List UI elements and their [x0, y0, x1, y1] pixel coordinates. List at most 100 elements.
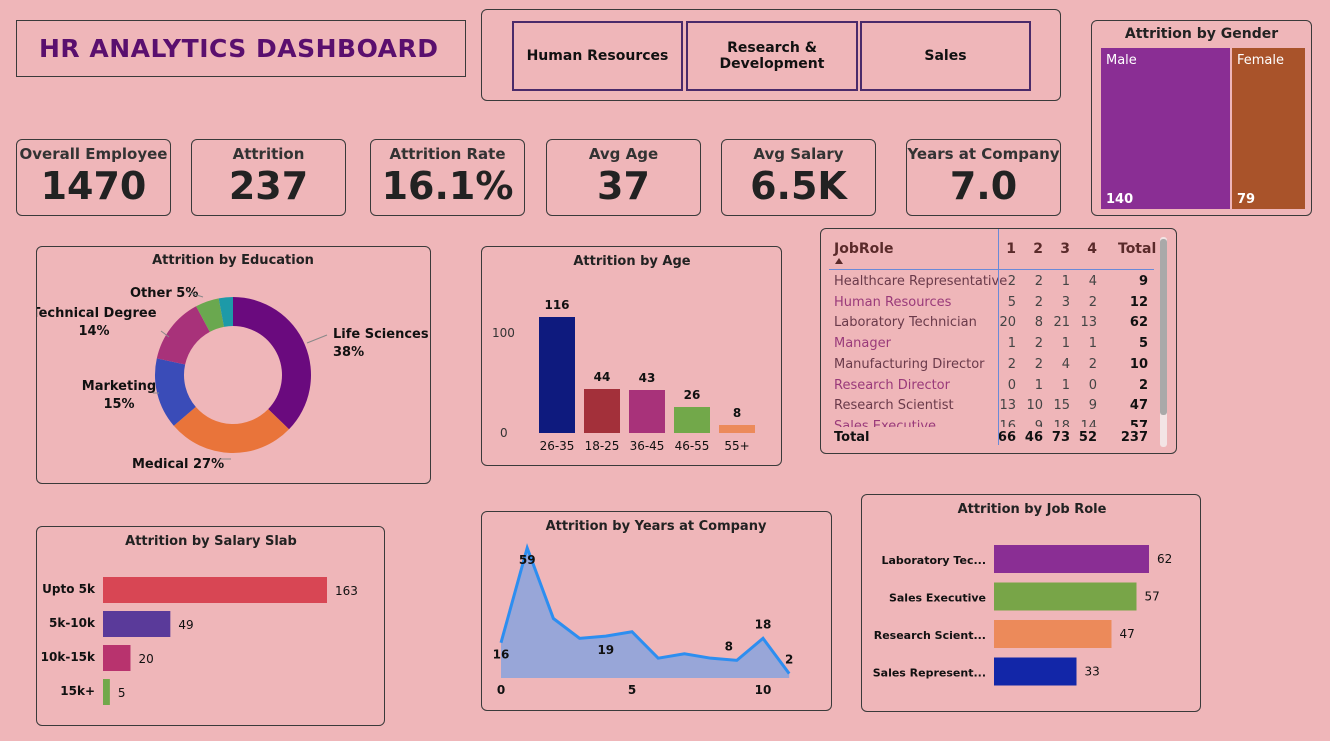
row-jobrole: Manufacturing Director — [834, 356, 985, 372]
point-value-label: 2 — [785, 653, 793, 667]
row-cell: 3 — [1061, 294, 1070, 310]
attrition-by-years-card: Attrition by Years at Company 16 59 19 8 18 2 0… — [481, 511, 832, 711]
y-category-label: Research Scient... — [874, 629, 986, 642]
row-cell: 13 — [1080, 315, 1097, 331]
row-cell: 8 — [1034, 315, 1043, 331]
kpi-label: Years at Company — [907, 145, 1060, 163]
donut-label: Technical Degree — [37, 306, 157, 321]
slicer-sales[interactable]: Sales — [860, 21, 1031, 91]
row-cell: 2 — [1034, 274, 1043, 289]
bar-value-label: 57 — [1145, 590, 1160, 604]
attrition-by-jobrole-card: Attrition by Job Role Laboratory Tec... 62… — [861, 494, 1201, 712]
row-cell: 2 — [1034, 294, 1043, 310]
row-total: 47 — [1129, 398, 1148, 414]
row-cell: 14 — [1080, 418, 1097, 427]
bar-value-label: 44 — [594, 370, 611, 384]
x-tick-label: 18-25 — [585, 439, 620, 453]
header-col: 4 — [1087, 241, 1097, 257]
age-bar — [719, 425, 755, 433]
row-cell: 5 — [1007, 294, 1016, 310]
donut-label: 14% — [78, 324, 109, 339]
row-cell: 1 — [1061, 336, 1070, 352]
jobrole-bar-chart: Attrition by Job Role Laboratory Tec... 62… — [873, 502, 1172, 686]
kpi-value: 6.5K — [750, 164, 847, 208]
age-bar — [584, 389, 620, 433]
slicer-research-development[interactable]: Research & Development — [686, 21, 858, 91]
scrollbar-thumb[interactable] — [1160, 239, 1167, 415]
dashboard-title-box: HR ANALYTICS DASHBOARD — [16, 20, 466, 77]
row-cell: 21 — [1053, 315, 1070, 331]
kpi-value: 16.1% — [381, 164, 514, 208]
bar-value-label: 49 — [178, 618, 193, 632]
bar-value-label: 47 — [1120, 627, 1135, 641]
row-jobrole: Research Director — [834, 377, 950, 393]
row-cell: 1 — [1034, 377, 1043, 393]
point-value-label: 16 — [493, 648, 510, 662]
attrition-by-gender-card: Attrition by Gender Male 140 Female 79 — [1091, 20, 1312, 216]
row-cell: 4 — [1061, 356, 1070, 372]
donut-label: 15% — [103, 397, 134, 412]
header-col: 2 — [1033, 241, 1043, 257]
x-tick-label: 55+ — [724, 439, 749, 453]
jobrole-bar — [994, 620, 1112, 648]
salary-bar — [103, 577, 327, 603]
row-cell: 4 — [1088, 274, 1097, 289]
department-slicer: Human Resources Research & Development S… — [481, 9, 1061, 101]
jobrole-matrix-table: JobRole 1 2 3 4 Total Healthcare Representativ… — [820, 228, 1177, 454]
row-cell: 16 — [999, 418, 1016, 427]
kpi-attrition: Attrition 237 — [191, 139, 346, 216]
footer-total-cell: 73 — [1051, 430, 1070, 445]
row-cell: 2 — [1007, 274, 1016, 289]
jobrole-bar — [994, 657, 1077, 686]
y-category-label: Upto 5k — [42, 582, 96, 596]
salary-bar-chart: Attrition by Salary Slab Upto 5k 163 5k-10k… — [41, 534, 358, 705]
salary-bar — [103, 645, 131, 671]
donut-slice — [173, 406, 289, 453]
row-total: 12 — [1129, 294, 1148, 310]
education-donut-chart: Attrition by Education Life Sciences 38% Me… — [31, 253, 428, 472]
gender-value: 79 — [1237, 192, 1256, 207]
row-total: 10 — [1129, 356, 1148, 372]
row-cell: 2 — [1007, 356, 1016, 372]
x-tick-label: 0 — [497, 683, 505, 697]
row-total: 5 — [1138, 336, 1148, 352]
kpi-label: Avg Salary — [753, 145, 844, 163]
row-cell: 0 — [1088, 377, 1097, 393]
years-area-chart: Attrition by Years at Company 16 59 19 8 18 2 0… — [493, 519, 794, 697]
row-cell: 13 — [999, 398, 1016, 414]
row-cell: 2 — [1034, 356, 1043, 372]
bar-value-label: 33 — [1085, 665, 1100, 679]
row-total: 2 — [1138, 377, 1148, 393]
donut-label: 38% — [333, 345, 364, 360]
treemap-female[interactable]: Female 79 — [1232, 48, 1305, 209]
treemap-male[interactable]: Male 140 — [1101, 48, 1230, 209]
footer-total-cell: 66 — [997, 430, 1016, 445]
age-bar — [539, 317, 575, 433]
x-tick-label: 5 — [628, 683, 636, 697]
y-category-label: 10k-15k — [41, 650, 96, 664]
kpi-value: 237 — [228, 164, 309, 208]
header-jobrole: JobRole — [834, 241, 894, 257]
column-divider — [998, 229, 999, 445]
salary-bar — [103, 611, 171, 637]
kpi-label: Attrition — [232, 145, 305, 163]
kpi-label: Attrition Rate — [389, 145, 506, 163]
attrition-by-salary-card: Attrition by Salary Slab Upto 5k 163 5k-10k… — [36, 526, 385, 726]
chart-title: Attrition by Education — [152, 253, 314, 268]
x-tick-label: 36-45 — [630, 439, 665, 453]
row-cell: 1 — [1061, 377, 1070, 393]
kpi-years-at-company: Years at Company 7.0 — [906, 139, 1061, 216]
sort-ascending-icon[interactable] — [835, 258, 843, 264]
row-jobrole: Laboratory Technician — [834, 315, 977, 331]
bar-value-label: 116 — [544, 298, 569, 312]
kpi-label: Avg Age — [588, 145, 659, 163]
point-value-label: 18 — [755, 617, 772, 631]
row-cell: 2 — [1088, 294, 1097, 310]
donut-slice — [233, 297, 311, 430]
gender-value: 140 — [1106, 192, 1134, 207]
bar-value-label: 163 — [335, 584, 358, 598]
header-col: 3 — [1060, 241, 1070, 257]
table-scrollbar[interactable] — [1160, 237, 1167, 447]
dashboard-title: HR ANALYTICS DASHBOARD — [39, 34, 439, 63]
slicer-human-resources[interactable]: Human Resources — [512, 21, 683, 91]
